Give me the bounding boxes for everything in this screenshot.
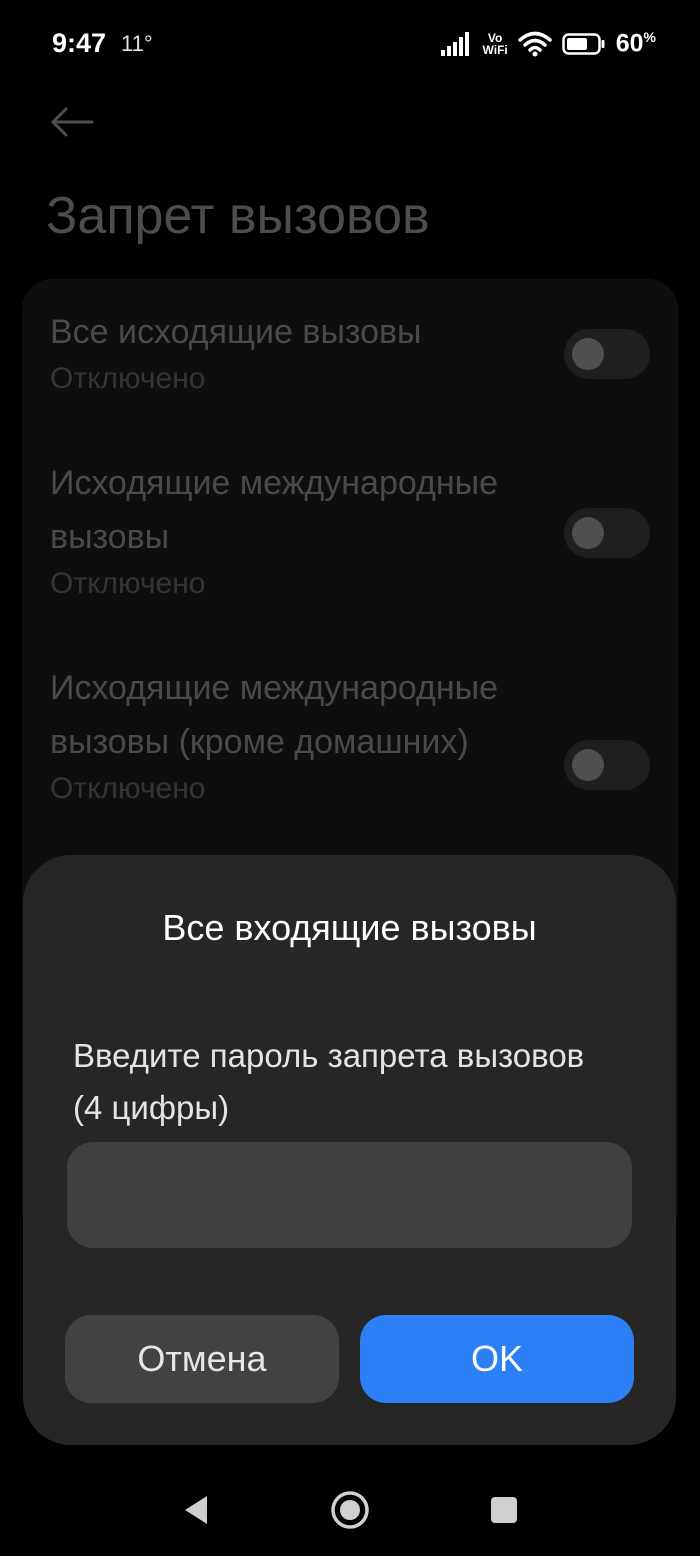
- toggle-knob: [572, 338, 604, 370]
- vowifi-bottom-label: WiFi: [482, 43, 508, 57]
- password-dialog: Все входящие вызовы Введите пароль запре…: [23, 855, 676, 1445]
- status-temperature: 11°: [121, 31, 153, 56]
- battery-icon: [561, 33, 605, 55]
- battery-unit: %: [643, 29, 656, 46]
- toggle-knob: [572, 517, 604, 549]
- toggle-all-outgoing[interactable]: [564, 329, 650, 379]
- nav-recents-button[interactable]: [476, 1482, 532, 1538]
- nav-home-button[interactable]: [322, 1482, 378, 1538]
- toggle-international-outgoing[interactable]: [564, 508, 650, 558]
- home-circle-icon: [331, 1491, 369, 1529]
- battery-percentage: 60%: [616, 29, 656, 58]
- recents-square-icon: [491, 1497, 517, 1523]
- toggle-knob: [572, 749, 604, 781]
- setting-title: Исходящие международные вызовы: [50, 464, 498, 556]
- status-icons: Vo WiFi 60%: [440, 26, 656, 62]
- dialog-message: Введите пароль запрета вызовов (4 цифры): [73, 1037, 585, 1126]
- setting-status: Отключено: [50, 772, 206, 805]
- signal-icon: [440, 32, 469, 56]
- dialog-title: Все входящие вызовы: [162, 907, 537, 948]
- back-arrow-icon: [51, 107, 94, 137]
- back-triangle-icon: [185, 1496, 207, 1524]
- setting-status: Отключено: [50, 567, 206, 600]
- cancel-button[interactable]: Отмена: [65, 1315, 339, 1403]
- status-time: 9:47: [52, 28, 107, 58]
- setting-title: Исходящие международные вызовы (кроме до…: [50, 669, 498, 761]
- setting-title: Все исходящие вызовы: [50, 313, 422, 351]
- page-title: Запрет вызовов: [46, 187, 430, 245]
- vowifi-icon: Vo WiFi: [483, 32, 508, 56]
- battery-value: 60: [615, 29, 644, 58]
- screen: 9:47 11° Vo WiFi 60% Запрет вызовов Все …: [0, 0, 700, 1556]
- wifi-icon: [517, 31, 552, 57]
- toggle-international-except-home[interactable]: [564, 740, 650, 790]
- setting-row-all-outgoing[interactable]: Все исходящие вызовы Отключено: [50, 305, 650, 415]
- setting-status: Отключено: [50, 362, 206, 395]
- setting-row-international-except-home[interactable]: Исходящие международные вызовы (кроме до…: [50, 661, 650, 861]
- nav-back-button[interactable]: [168, 1482, 224, 1538]
- setting-row-international-outgoing[interactable]: Исходящие международные вызовы Отключено: [50, 456, 650, 606]
- navigation-bar: [0, 1460, 700, 1556]
- status-bar: 9:47 11° Vo WiFi 60%: [0, 0, 700, 90]
- back-button[interactable]: [44, 96, 100, 148]
- ok-button[interactable]: OK: [360, 1315, 634, 1403]
- password-input[interactable]: [67, 1142, 632, 1248]
